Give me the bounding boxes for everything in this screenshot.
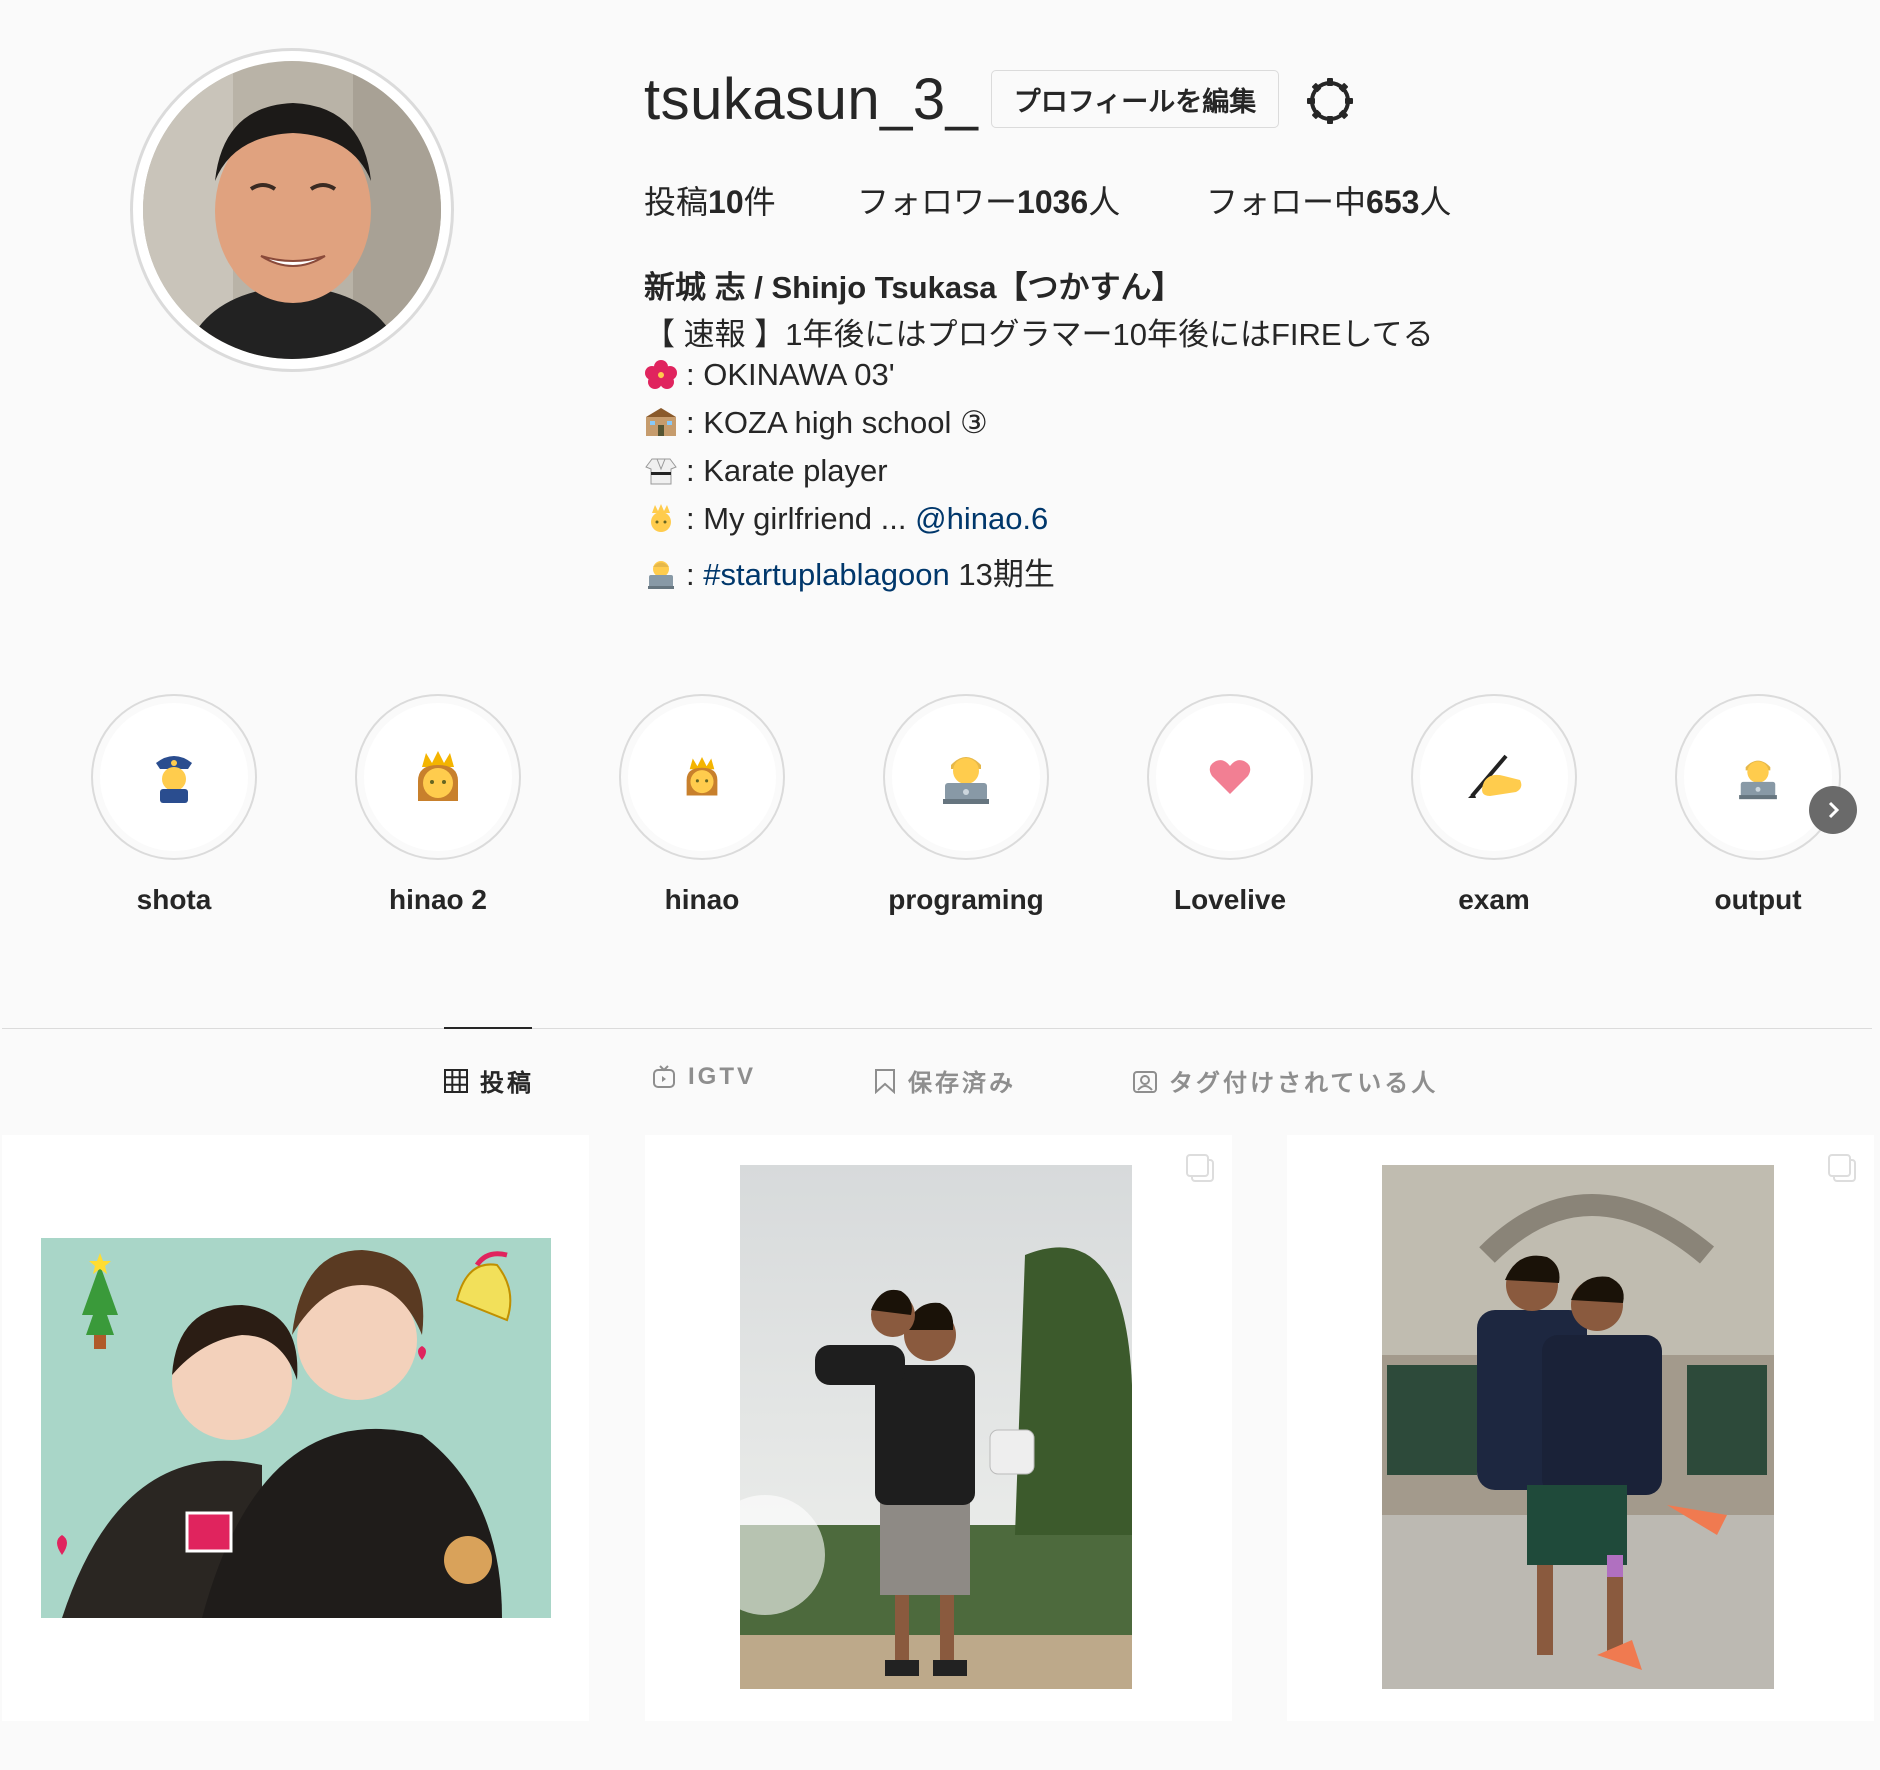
highlight-label: Lovelive [1173, 884, 1287, 915]
highlight-label: hinao [664, 884, 740, 915]
writing-hand-icon [1420, 703, 1568, 851]
hashtag-link[interactable]: #startuplablagoon [703, 557, 949, 592]
bio-line: : KOZA high school ③ [644, 405, 988, 441]
multiple-images-icon [1186, 1154, 1214, 1182]
school-icon [644, 407, 680, 437]
highlight-exam[interactable] [1411, 694, 1577, 860]
technologist-icon [1684, 703, 1832, 851]
post-thumbnail[interactable] [645, 1135, 1232, 1721]
heart-icon [1156, 703, 1304, 851]
post-thumbnail[interactable] [2, 1135, 589, 1721]
following-count[interactable]: フォロー中653人 [1206, 177, 1451, 223]
highlights-next-button[interactable] [1809, 786, 1857, 834]
multiple-images-icon [1828, 1154, 1856, 1182]
posts-count: 投稿10件 [644, 184, 776, 220]
princess-icon [644, 503, 680, 533]
full-name: 新城 志 / Shinjo Tsukasa【つかすん】 [644, 270, 1183, 305]
post-photo [1382, 1165, 1774, 1689]
igtv-icon [653, 1065, 675, 1088]
highlight-label: output [1714, 884, 1802, 915]
tab-posts[interactable]: 投稿 [444, 1063, 534, 1098]
active-tab-indicator [444, 1027, 532, 1029]
tab-saved[interactable]: 保存済み [874, 1063, 1016, 1098]
highlight-label: programing [888, 884, 1044, 915]
grid-icon [444, 1068, 468, 1093]
highlight-label: hinao 2 [388, 884, 487, 915]
post-thumbnail[interactable] [1287, 1135, 1874, 1721]
followers-count[interactable]: フォロワー1036人 [857, 177, 1120, 223]
highlight-shota[interactable] [91, 694, 257, 860]
settings-gear-icon[interactable] [1306, 77, 1354, 125]
highlight-output[interactable] [1675, 694, 1841, 860]
username: tsukasun_3_ [644, 67, 979, 132]
police-officer-icon [100, 703, 248, 851]
tab-igtv[interactable]: IGTV [652, 1063, 756, 1091]
bookmark-icon [875, 1068, 895, 1094]
princess-icon [628, 703, 776, 851]
bio-line: : OKINAWA 03' [644, 357, 895, 393]
bio-line: : Karate player [644, 453, 888, 489]
highlight-hinao[interactable] [619, 694, 785, 860]
tab-tagged[interactable]: タグ付けされている人 [1133, 1063, 1438, 1098]
technologist-icon [892, 703, 1040, 851]
chevron-right-icon [1828, 801, 1840, 819]
princess-icon [364, 703, 512, 851]
highlight-label: exam [1458, 884, 1530, 915]
avatar[interactable] [143, 61, 441, 359]
highlight-label: shota [136, 884, 212, 915]
highlight-programing[interactable] [883, 694, 1049, 860]
hibiscus-icon [644, 359, 680, 389]
post-photo [41, 1238, 551, 1618]
edit-profile-button[interactable]: プロフィールを編集 [991, 70, 1279, 128]
section-divider [2, 1028, 1872, 1029]
highlight-hinao-2[interactable] [355, 694, 521, 860]
highlight-lovelive[interactable] [1147, 694, 1313, 860]
tagged-user-icon [1133, 1070, 1157, 1093]
bio-line: 【 速報 】1年後にはプログラマー10年後にはFIREしてる [644, 317, 1434, 352]
martial-arts-uniform-icon [644, 455, 680, 485]
post-photo [705, 1165, 1132, 1689]
girlfriend-mention-link[interactable]: @hinao.6 [915, 501, 1048, 536]
bio-line: : My girlfriend ... @hinao.6 [644, 501, 1048, 537]
bio-line: : #startuplablagoon 13期生 [644, 549, 1055, 594]
technologist-icon [644, 559, 680, 589]
